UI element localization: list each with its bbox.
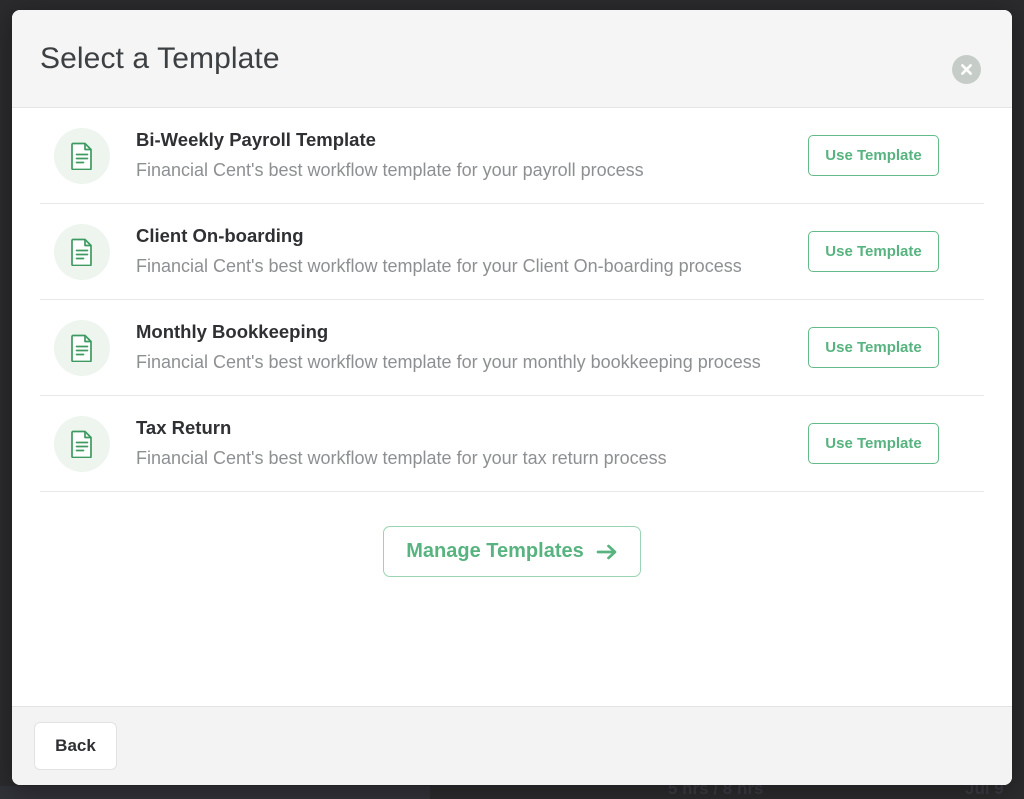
use-template-button[interactable]: Use Template: [808, 423, 939, 464]
background-bar: [0, 786, 430, 799]
arrow-right-icon: [596, 543, 618, 561]
template-text: Client On-boarding Financial Cent's best…: [136, 222, 808, 281]
manage-templates-button[interactable]: Manage Templates: [383, 526, 641, 577]
template-description: Financial Cent's best workflow template …: [136, 255, 742, 276]
template-row[interactable]: Bi-Weekly Payroll Template Financial Cen…: [40, 108, 984, 204]
use-template-button[interactable]: Use Template: [808, 327, 939, 368]
select-template-modal: Select a Template Bi-Weekly Payroll Temp…: [12, 10, 1012, 785]
template-description: Financial Cent's best workflow template …: [136, 159, 644, 180]
close-button[interactable]: [952, 55, 981, 84]
manage-templates-label: Manage Templates: [406, 540, 584, 562]
template-description: Financial Cent's best workflow template …: [136, 351, 761, 372]
modal-body: Bi-Weekly Payroll Template Financial Cen…: [12, 108, 1012, 706]
close-icon: [960, 63, 973, 76]
template-text: Monthly Bookkeeping Financial Cent's bes…: [136, 318, 808, 377]
use-template-button[interactable]: Use Template: [808, 135, 939, 176]
modal-footer: Back: [12, 706, 1012, 785]
back-button[interactable]: Back: [34, 722, 117, 770]
template-name: Client On-boarding: [136, 225, 304, 247]
template-list: Bi-Weekly Payroll Template Financial Cen…: [40, 108, 984, 492]
template-text: Bi-Weekly Payroll Template Financial Cen…: [136, 126, 808, 185]
template-row[interactable]: Monthly Bookkeeping Financial Cent's bes…: [40, 300, 984, 396]
modal-header: Select a Template: [12, 10, 1012, 108]
template-description: Financial Cent's best workflow template …: [136, 447, 667, 468]
document-icon: [54, 415, 110, 472]
template-name: Monthly Bookkeeping: [136, 321, 329, 343]
page-title: Select a Template: [40, 41, 280, 75]
template-row[interactable]: Client On-boarding Financial Cent's best…: [40, 204, 984, 300]
template-name: Bi-Weekly Payroll Template: [136, 129, 376, 151]
document-icon: [54, 127, 110, 184]
manage-templates-container: Manage Templates: [40, 492, 984, 577]
document-icon: [54, 319, 110, 376]
template-row[interactable]: Tax Return Financial Cent's best workflo…: [40, 396, 984, 492]
use-template-button[interactable]: Use Template: [808, 231, 939, 272]
template-name: Tax Return: [136, 417, 232, 439]
document-icon: [54, 223, 110, 280]
template-text: Tax Return Financial Cent's best workflo…: [136, 414, 808, 473]
